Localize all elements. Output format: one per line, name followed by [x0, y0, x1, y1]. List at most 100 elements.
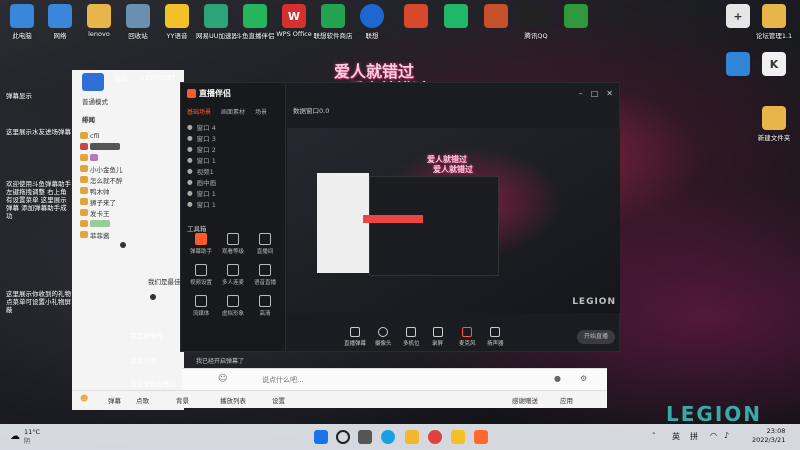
- toolbar-item[interactable]: 播放列表: [220, 395, 246, 405]
- minimize-icon[interactable]: –: [579, 89, 583, 98]
- search-icon[interactable]: [336, 430, 350, 444]
- desktop-icon-douyu[interactable]: 斗鱼直播伴侣: [235, 4, 275, 40]
- netease-icon[interactable]: [428, 430, 442, 444]
- lang-indicator[interactable]: 英: [672, 431, 680, 442]
- settings-icon[interactable]: ⚙: [580, 374, 587, 383]
- eye-icon[interactable]: ●: [187, 178, 193, 186]
- record-icon: [432, 327, 443, 337]
- eye-icon[interactable]: ●: [187, 189, 193, 197]
- desktop-icon-right-3[interactable]: [718, 52, 758, 78]
- chat-message: 欢迎来到直播间: [130, 380, 176, 388]
- close-icon[interactable]: ✕: [606, 89, 613, 98]
- desktop-icon-lenovo[interactable]: lenovo: [79, 4, 119, 38]
- eye-icon[interactable]: ●: [187, 200, 193, 208]
- desktop-icon-uu[interactable]: 网易UU加速器: [196, 4, 236, 40]
- volume-icon[interactable]: ♪: [724, 431, 729, 440]
- tool-level[interactable]: 观看等级: [217, 233, 249, 255]
- toolbar-item[interactable]: 弹幕: [108, 395, 121, 405]
- scene-item[interactable]: ● 窗口 3: [181, 132, 285, 143]
- broadcast-app-icon[interactable]: [474, 430, 488, 444]
- scene-item[interactable]: ● 窗口 1: [181, 154, 285, 165]
- toolbar-item[interactable]: 设置: [272, 395, 285, 405]
- toolbar-item[interactable]: 背景: [176, 395, 189, 405]
- user-row[interactable]: 菲菲酱: [72, 229, 184, 240]
- task-view-icon[interactable]: [358, 430, 372, 444]
- maximize-icon[interactable]: □: [591, 89, 599, 98]
- tab-scene[interactable]: 场景: [255, 107, 267, 116]
- eye-icon[interactable]: ●: [187, 156, 193, 164]
- home-icon[interactable]: [82, 73, 104, 91]
- tool-hd[interactable]: 高清: [249, 295, 281, 317]
- chat-input[interactable]: [262, 373, 512, 386]
- scene-item[interactable]: ● 窗口 2: [181, 143, 285, 154]
- wifi-icon[interactable]: ◠: [710, 431, 717, 440]
- button-danmu[interactable]: 直播弹幕: [344, 327, 366, 347]
- desktop-icon-yy[interactable]: YY语音: [157, 4, 197, 40]
- tool-multi[interactable]: 多人连麦: [217, 264, 249, 286]
- tool-stream[interactable]: 流媒体: [185, 295, 217, 317]
- desktop-icon-app13[interactable]: [476, 4, 516, 30]
- tool-avatar[interactable]: 虚拟形象: [217, 295, 249, 317]
- start-live-button[interactable]: 开始直播: [577, 330, 615, 344]
- desktop-icon-right-4[interactable]: K: [754, 52, 794, 78]
- eye-icon[interactable]: ●: [187, 123, 193, 131]
- tab-basic[interactable]: 基础场景: [187, 107, 211, 116]
- desktop-icon-new-folder[interactable]: 新建文件夹: [754, 106, 794, 142]
- desktop-icon-lenovo-store[interactable]: 联想软件商店: [313, 4, 353, 40]
- user-row[interactable]: cfll: [72, 130, 184, 141]
- desktop-icon-app15[interactable]: [556, 4, 596, 30]
- scene-item[interactable]: ● 视频1: [181, 165, 285, 176]
- mic-icon[interactable]: ●: [554, 374, 561, 383]
- eye-icon[interactable]: ●: [187, 145, 193, 153]
- screen-preview[interactable]: 爱人就错过 爱人就错过 LEGION: [287, 128, 620, 313]
- tab-material[interactable]: 画面素材: [221, 107, 245, 116]
- tray-chevron-icon[interactable]: ˄: [652, 432, 656, 440]
- desktop-icon-network[interactable]: 网络: [40, 4, 80, 40]
- desktop-icon-app11[interactable]: [396, 4, 436, 30]
- scene-item[interactable]: ● 窗口 4: [181, 121, 285, 132]
- desktop-icon-this-pc[interactable]: 此电脑: [2, 4, 42, 40]
- thanks-label[interactable]: 感谢赠送: [512, 395, 538, 405]
- ime-indicator[interactable]: 拼: [690, 431, 698, 442]
- tool-voice[interactable]: 语音直播: [249, 264, 281, 286]
- button-record[interactable]: 录屏: [432, 327, 443, 347]
- user-row[interactable]: [72, 141, 184, 152]
- scene-item[interactable]: ● 窗口 1: [181, 198, 285, 209]
- yy-icon[interactable]: [451, 430, 465, 444]
- button-speaker[interactable]: 扬声器: [487, 327, 504, 347]
- avatar-icon[interactable]: ☻: [80, 394, 88, 403]
- desktop-icon-right-1[interactable]: +: [718, 4, 758, 30]
- user-row[interactable]: 怎么就不醉: [72, 174, 184, 185]
- tool-danmu[interactable]: 弹幕助手: [185, 233, 217, 255]
- user-row[interactable]: 发卡王: [72, 207, 184, 218]
- button-multicam[interactable]: 多机位: [403, 327, 420, 347]
- eye-icon[interactable]: ●: [187, 167, 193, 175]
- weather-widget[interactable]: ☁ 11°C 阴: [10, 428, 40, 445]
- eye-icon[interactable]: ●: [187, 134, 193, 142]
- user-row[interactable]: 鸭木帅: [72, 185, 184, 196]
- button-mic[interactable]: 麦克风: [459, 327, 476, 347]
- edge-icon[interactable]: [381, 430, 395, 444]
- desktop-icon-recycle[interactable]: 回收站: [118, 4, 158, 40]
- desktop-icon-forum[interactable]: 论坛管理1.1: [754, 4, 794, 40]
- tool-room[interactable]: 直播间: [249, 233, 281, 255]
- scene-item[interactable]: ● 画中画: [181, 176, 285, 187]
- desktop-icon-wps[interactable]: W WPS Office: [274, 4, 314, 38]
- user-row[interactable]: 狮子来了: [72, 196, 184, 207]
- tool-video[interactable]: 视频设置: [185, 264, 217, 286]
- user-row[interactable]: [72, 218, 184, 229]
- toolbar-item[interactable]: 点歌: [136, 395, 149, 405]
- emoji-icon[interactable]: ☺: [218, 374, 227, 384]
- spinner-icon: [120, 242, 126, 248]
- desktop-icon-lenovo2[interactable]: 联想: [352, 4, 392, 40]
- file-explorer-icon[interactable]: [405, 430, 419, 444]
- desktop-icon-qq[interactable]: 腾讯QQ: [516, 4, 556, 40]
- user-row[interactable]: 小小金鱼儿: [72, 163, 184, 174]
- clock[interactable]: 23:08 2022/3/21: [752, 427, 785, 445]
- scene-item[interactable]: ● 窗口 1: [181, 187, 285, 198]
- user-row[interactable]: [72, 152, 184, 163]
- start-icon[interactable]: [314, 430, 328, 444]
- desktop-icon-app12[interactable]: [436, 4, 476, 30]
- button-camera[interactable]: 摄像头: [375, 327, 392, 347]
- apply-label[interactable]: 应用: [560, 395, 573, 405]
